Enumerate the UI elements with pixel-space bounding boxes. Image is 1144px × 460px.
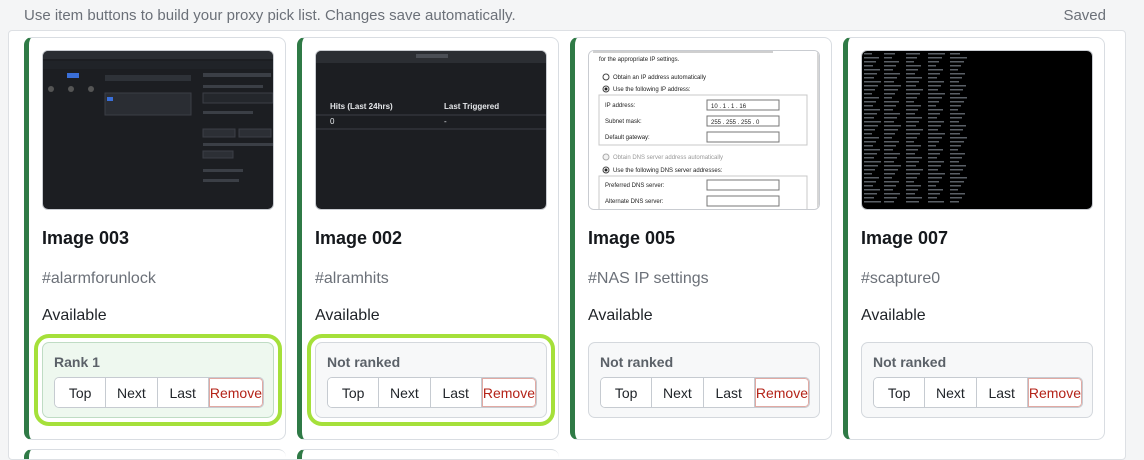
thumb-mask-label: Subnet mask: (605, 119, 642, 125)
thumb-dns-alt: Alternate DNS server: (605, 199, 664, 205)
thumb-ip-value: 10 . 1 . 1 . 16 (711, 104, 747, 110)
rank-controls: Rank 1 Top Next Last Remove (34, 334, 282, 426)
remove-button[interactable]: Remove (754, 378, 809, 407)
remove-button[interactable]: Remove (208, 378, 263, 407)
card-title: Image 002 (315, 228, 403, 248)
image-thumbnail[interactable]: for the appropriate IP settings. Obtain … (588, 50, 820, 210)
image-card: Image 007 #scapture0 Available Not ranke… (843, 37, 1105, 440)
rank-label: Rank 1 (54, 354, 100, 370)
thumb-col2: Last Triggered (444, 102, 499, 111)
image-card: Image 003 #alarmforunlock Available Rank… (24, 37, 286, 440)
thumb-mask-value: 255 . 255 . 255 . 0 (711, 120, 760, 126)
availability-status: Available (315, 307, 380, 324)
availability-status: Available (861, 307, 926, 324)
rank-button-group: Top Next Last Remove (600, 377, 810, 408)
rank-button-group: Top Next Last Remove (54, 377, 264, 408)
top-button[interactable]: Top (874, 378, 926, 407)
rank-controls: Not ranked Top Next Last Remove (588, 342, 820, 418)
last-button[interactable]: Last (430, 378, 482, 407)
image-thumbnail[interactable] (861, 50, 1093, 210)
image-thumbnail[interactable] (42, 50, 274, 210)
top-button[interactable]: Top (55, 378, 107, 407)
image-thumbnail[interactable]: Hits (Last 24hrs) Last Triggered 0 - (315, 50, 547, 210)
card-title: Image 003 (42, 228, 130, 248)
thumb-dns-auto: Obtain DNS server address automatically (613, 155, 723, 161)
next-row-card (24, 449, 286, 459)
rank-controls: Not ranked Top Next Last Remove (307, 334, 555, 426)
top-button[interactable]: Top (328, 378, 380, 407)
rank-controls: Not ranked Top Next Last Remove (861, 342, 1093, 418)
rank-label: Not ranked (327, 354, 401, 370)
card-tag: #scapture0 (861, 270, 941, 287)
save-status: Saved (1063, 7, 1106, 24)
thumb-intro: for the appropriate IP settings. (599, 57, 680, 63)
last-button[interactable]: Last (157, 378, 209, 407)
top-button[interactable]: Top (601, 378, 653, 407)
rank-button-group: Top Next Last Remove (873, 377, 1083, 408)
next-button[interactable]: Next (106, 378, 158, 407)
next-row-card (297, 449, 559, 459)
image-card: for the appropriate IP settings. Obtain … (570, 37, 832, 440)
rank-label: Not ranked (600, 354, 674, 370)
next-button[interactable]: Next (379, 378, 431, 407)
image-card: Hits (Last 24hrs) Last Triggered 0 - Ima… (297, 37, 559, 440)
remove-button[interactable]: Remove (1027, 378, 1082, 407)
thumb-opt-manual: Use the following IP address: (613, 87, 691, 93)
rank-button-group: Top Next Last Remove (327, 377, 537, 408)
card-title: Image 005 (588, 228, 676, 248)
thumb-dns-manual: Use the following DNS server addresses: (613, 168, 723, 174)
next-button[interactable]: Next (652, 378, 704, 407)
toolbar: Use item buttons to build your proxy pic… (0, 0, 1144, 32)
last-button[interactable]: Last (976, 378, 1028, 407)
rank-label: Not ranked (873, 354, 947, 370)
thumb-opt-auto: Obtain an IP address automatically (613, 75, 706, 81)
card-title: Image 007 (861, 228, 949, 248)
thumb-val2: - (444, 117, 447, 126)
instructions-text: Use item buttons to build your proxy pic… (24, 7, 516, 24)
card-tag: #NAS IP settings (588, 270, 709, 287)
thumb-col1: Hits (Last 24hrs) (330, 102, 393, 111)
next-button[interactable]: Next (925, 378, 977, 407)
thumb-val1: 0 (330, 117, 335, 126)
card-tag: #alramhits (315, 270, 389, 287)
thumb-ip-label: IP address: (605, 103, 636, 109)
availability-status: Available (588, 307, 653, 324)
thumb-gw-label: Default gateway: (605, 135, 650, 141)
thumb-dns-pref: Preferred DNS server: (605, 183, 665, 189)
last-button[interactable]: Last (703, 378, 755, 407)
remove-button[interactable]: Remove (481, 378, 536, 407)
availability-status: Available (42, 307, 107, 324)
card-tag: #alarmforunlock (42, 270, 156, 287)
